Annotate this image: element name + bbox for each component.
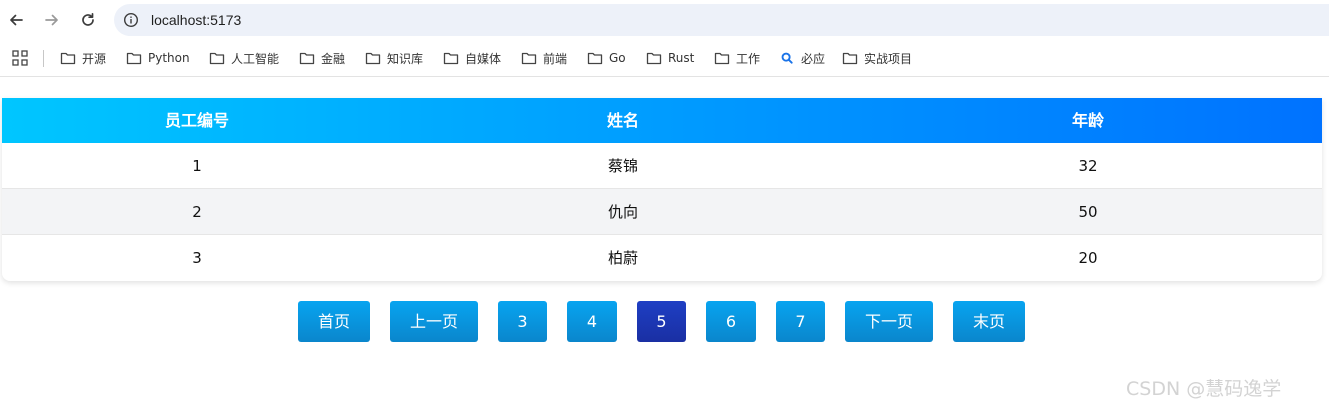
reload-icon [82,12,94,26]
folder-icon [646,52,662,65]
page-button-4[interactable]: 4 [567,301,617,342]
url-text[interactable]: localhost:5173 [151,11,241,29]
bookmark-item[interactable]: 知识库 [365,48,423,68]
prev-page-button[interactable]: 上一页 [390,301,478,342]
bookmark-label: 自媒体 [465,51,502,66]
folder-icon [126,52,142,65]
bookmark-item[interactable]: 金融 [299,48,345,68]
page-button-7[interactable]: 7 [776,301,825,342]
folder-icon [209,52,225,65]
cell-name: 柏蔚 [607,249,638,267]
cell-employee-id: 3 [192,249,202,267]
bookmark-label: Python [148,51,190,65]
reload-button[interactable] [76,8,100,32]
forward-button[interactable] [40,8,64,32]
folder-icon [842,52,858,65]
page-button-5-current[interactable]: 5 [637,301,686,342]
search-icon [781,52,793,64]
apps-grid-icon[interactable] [12,50,28,66]
watermark: CSDN @慧码逸学 [1126,378,1282,400]
header-age: 年龄 [1071,111,1104,130]
bookmark-label: Rust [668,51,695,65]
bookmark-item[interactable]: 实战项目 [842,48,912,68]
bookmark-item[interactable]: Go [587,48,626,68]
folder-icon [443,52,459,65]
bookmark-label: Go [609,51,626,65]
bookmark-label: 必应 [801,51,826,66]
cell-age: 20 [1078,249,1098,267]
cell-employee-id: 1 [192,157,202,175]
cell-name: 蔡锦 [607,157,638,175]
bookmark-item[interactable]: 自媒体 [443,48,501,68]
bookmark-label: 前端 [543,51,568,66]
table-row: 3 柏蔚 20 [2,235,1322,281]
forward-arrow-icon [45,14,58,26]
folder-icon [714,52,730,65]
first-page-button[interactable]: 首页 [298,301,370,342]
page-button-3[interactable]: 3 [498,301,547,342]
bookmark-item[interactable]: 工作 [714,48,760,68]
browser-toolbar: localhost:5173 [0,0,1329,40]
back-arrow-icon [10,14,23,26]
bookmark-label: 工作 [736,51,761,66]
header-name: 姓名 [606,111,639,130]
folder-icon [587,52,603,65]
bookmark-label: 知识库 [387,51,424,66]
table-row: 2 仇向 50 [2,189,1322,235]
bookmark-item[interactable]: 前端 [521,48,567,68]
bookmark-item[interactable]: Python [126,48,190,68]
cell-age: 50 [1078,203,1098,221]
address-bar[interactable]: localhost:5173 [114,4,1329,36]
bookmarks-bar: 开源 Python 人工智能 金融 知识库 自媒体 前端 Go Rust 工作 必应 实战项目 [0,40,1329,77]
folder-icon [521,52,537,65]
bookmarks-separator [43,50,44,67]
table-row: 1 蔡锦 32 [2,143,1322,189]
cell-name: 仇向 [607,203,638,221]
cell-age: 32 [1078,157,1098,175]
bookmark-label: 金融 [321,51,346,66]
bookmark-label: 人工智能 [231,51,280,66]
folder-icon [365,52,381,65]
site-info-icon[interactable] [123,12,139,28]
last-page-button[interactable]: 末页 [953,301,1025,342]
page-button-6[interactable]: 6 [706,301,756,342]
table-header: 员工编号 姓名 年龄 [2,98,1322,143]
bookmark-label: 开源 [82,51,107,66]
bookmark-item[interactable]: Rust [646,48,694,68]
header-employee-id: 员工编号 [164,111,229,130]
next-page-button[interactable]: 下一页 [845,301,933,342]
folder-icon [60,52,76,65]
bookmark-item[interactable]: 开源 [60,48,106,68]
bookmark-item[interactable]: 人工智能 [209,48,279,68]
bookmark-label: 实战项目 [864,51,913,66]
folder-icon [299,52,315,65]
bookmark-item[interactable]: 必应 [780,48,825,68]
cell-employee-id: 2 [192,203,202,221]
employee-table: 员工编号 姓名 年龄 1 蔡锦 32 2 仇向 50 3 柏蔚 20 [2,98,1322,281]
back-button[interactable] [4,8,28,32]
